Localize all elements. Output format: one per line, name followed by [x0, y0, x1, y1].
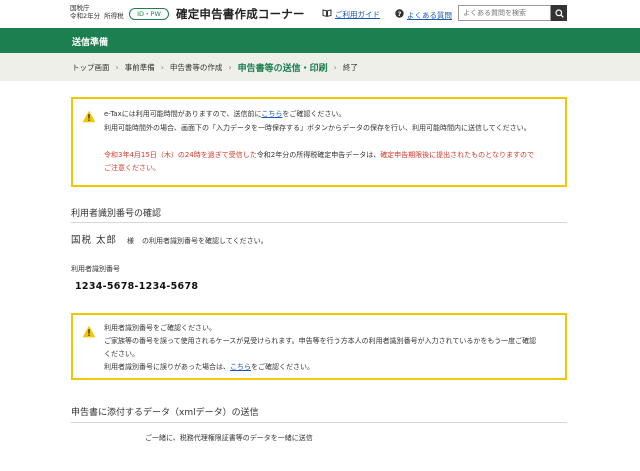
site-header: 国税庁 令和2年分 所得税 ID・PW 確定申告書作成コーナー ご利用ガイド ? … — [0, 0, 640, 28]
notice-text: をご確認ください。 — [282, 110, 346, 118]
user-id-label: 利用者識別番号 — [71, 265, 120, 273]
svg-text:?: ? — [398, 10, 402, 18]
deadline-warning-cont: ご注意ください。 — [104, 164, 160, 172]
hours-info-link[interactable]: こちら — [261, 110, 282, 118]
warning-icon — [82, 325, 96, 338]
section-divider — [71, 222, 567, 223]
notice-text: e-Taxには利用可能時間がありますので、送信前に — [104, 110, 262, 118]
breadcrumb-item: 終了 — [342, 62, 358, 72]
xml-section-text: ご一緒に、税務代理権限証書等のデータを一緒に送信 — [145, 434, 313, 442]
login-method-badge: ID・PW — [129, 8, 169, 20]
honorific: 様 — [127, 237, 135, 245]
agency-info: 国税庁 令和2年分 所得税 — [70, 4, 124, 20]
notice-line: 利用可能時間外の場合、画面下の「入力データを一時保存する」ボタンからデータの保存… — [104, 124, 531, 132]
user-id-section-heading: 利用者識別番号の確認 — [71, 209, 162, 219]
question-circle-icon: ? — [395, 9, 404, 21]
deadline-warning: 令和3年4月15日（木）の24時を過ぎて受信した令和2年分の所得税確定申告データ… — [104, 149, 534, 162]
notice-text: 利用者識別番号に誤りがあった場合は、 — [104, 363, 230, 371]
chevron-right-icon: › — [228, 62, 232, 72]
confirm-message: の利用者識別番号を確認してください。 — [142, 237, 268, 245]
breadcrumb-item: 事前準備 — [124, 62, 155, 72]
chevron-right-icon: › — [115, 62, 119, 72]
notice-text-red: 確定申告期限後に提出されたものとなりますので — [380, 151, 534, 159]
faq-search-input[interactable] — [458, 5, 551, 21]
chevron-right-icon: › — [160, 62, 164, 72]
faq-link[interactable]: ? よくある質問 — [395, 9, 452, 21]
section-divider — [71, 422, 567, 423]
xml-section-heading: 申告書に添付するデータ（xmlデータ）の送信 — [71, 408, 259, 418]
breadcrumb-item: トップ画面 — [72, 62, 110, 72]
guide-link[interactable]: ご利用ガイド — [322, 9, 380, 20]
tax-year: 令和2年分 — [70, 12, 101, 20]
search-button[interactable] — [551, 5, 567, 21]
user-name: 国税 太郎 — [71, 235, 118, 246]
breadcrumb-item-current: 申告書等の送信・印刷 — [237, 63, 328, 74]
agency-name: 国税庁 — [70, 4, 90, 12]
user-identity-line: 国税 太郎 様 の利用者識別番号を確認してください。 — [71, 232, 268, 246]
faq-link-label: よくある質問 — [407, 10, 452, 20]
notice-text: をご確認ください。 — [251, 363, 314, 371]
notice-line: ご家族等の番号を誤って使用されるケースが見受けられます。申告等を行う方本人の利用… — [104, 337, 537, 345]
notice-line: e-Taxには利用可能時間がありますので、送信前にこちらをご確認ください。 — [104, 108, 345, 121]
notice-text: 令和2年分の所得税確定申告データは、 — [256, 151, 381, 159]
chevron-right-icon: › — [333, 62, 337, 72]
etax-hours-notice: e-Taxには利用可能時間がありますので、送信前にこちらをご確認ください。 利用… — [71, 97, 567, 187]
book-icon — [322, 9, 332, 20]
id-error-link[interactable]: こちら — [230, 363, 251, 371]
user-id-value: 1234-5678-1234-5678 — [75, 281, 199, 292]
step-band: 送信準備 — [0, 28, 640, 53]
notice-line: ください。 — [104, 350, 139, 358]
breadcrumb-item: 申告書等の作成 — [169, 62, 223, 72]
breadcrumb: トップ画面 › 事前準備 › 申告書等の作成 › 申告書等の送信・印刷 › 終了 — [0, 53, 640, 81]
notice-line: 利用者識別番号に誤りがあった場合は、こちらをご確認ください。 — [104, 361, 314, 374]
notice-text-red: 令和3年4月15日（木）の24時を過ぎて受信した — [104, 151, 257, 159]
search-icon — [554, 8, 564, 18]
warning-icon — [82, 110, 96, 123]
guide-link-label: ご利用ガイド — [335, 10, 380, 19]
notice-line: 利用者識別番号をご確認ください。 — [104, 324, 216, 332]
tax-type: 所得税 — [104, 12, 124, 20]
user-id-notice: 利用者識別番号をご確認ください。 ご家族等の番号を誤って使用されるケースが見受け… — [71, 313, 567, 380]
app-title: 確定申告書作成コーナー — [176, 7, 305, 21]
step-title: 送信準備 — [72, 38, 109, 48]
